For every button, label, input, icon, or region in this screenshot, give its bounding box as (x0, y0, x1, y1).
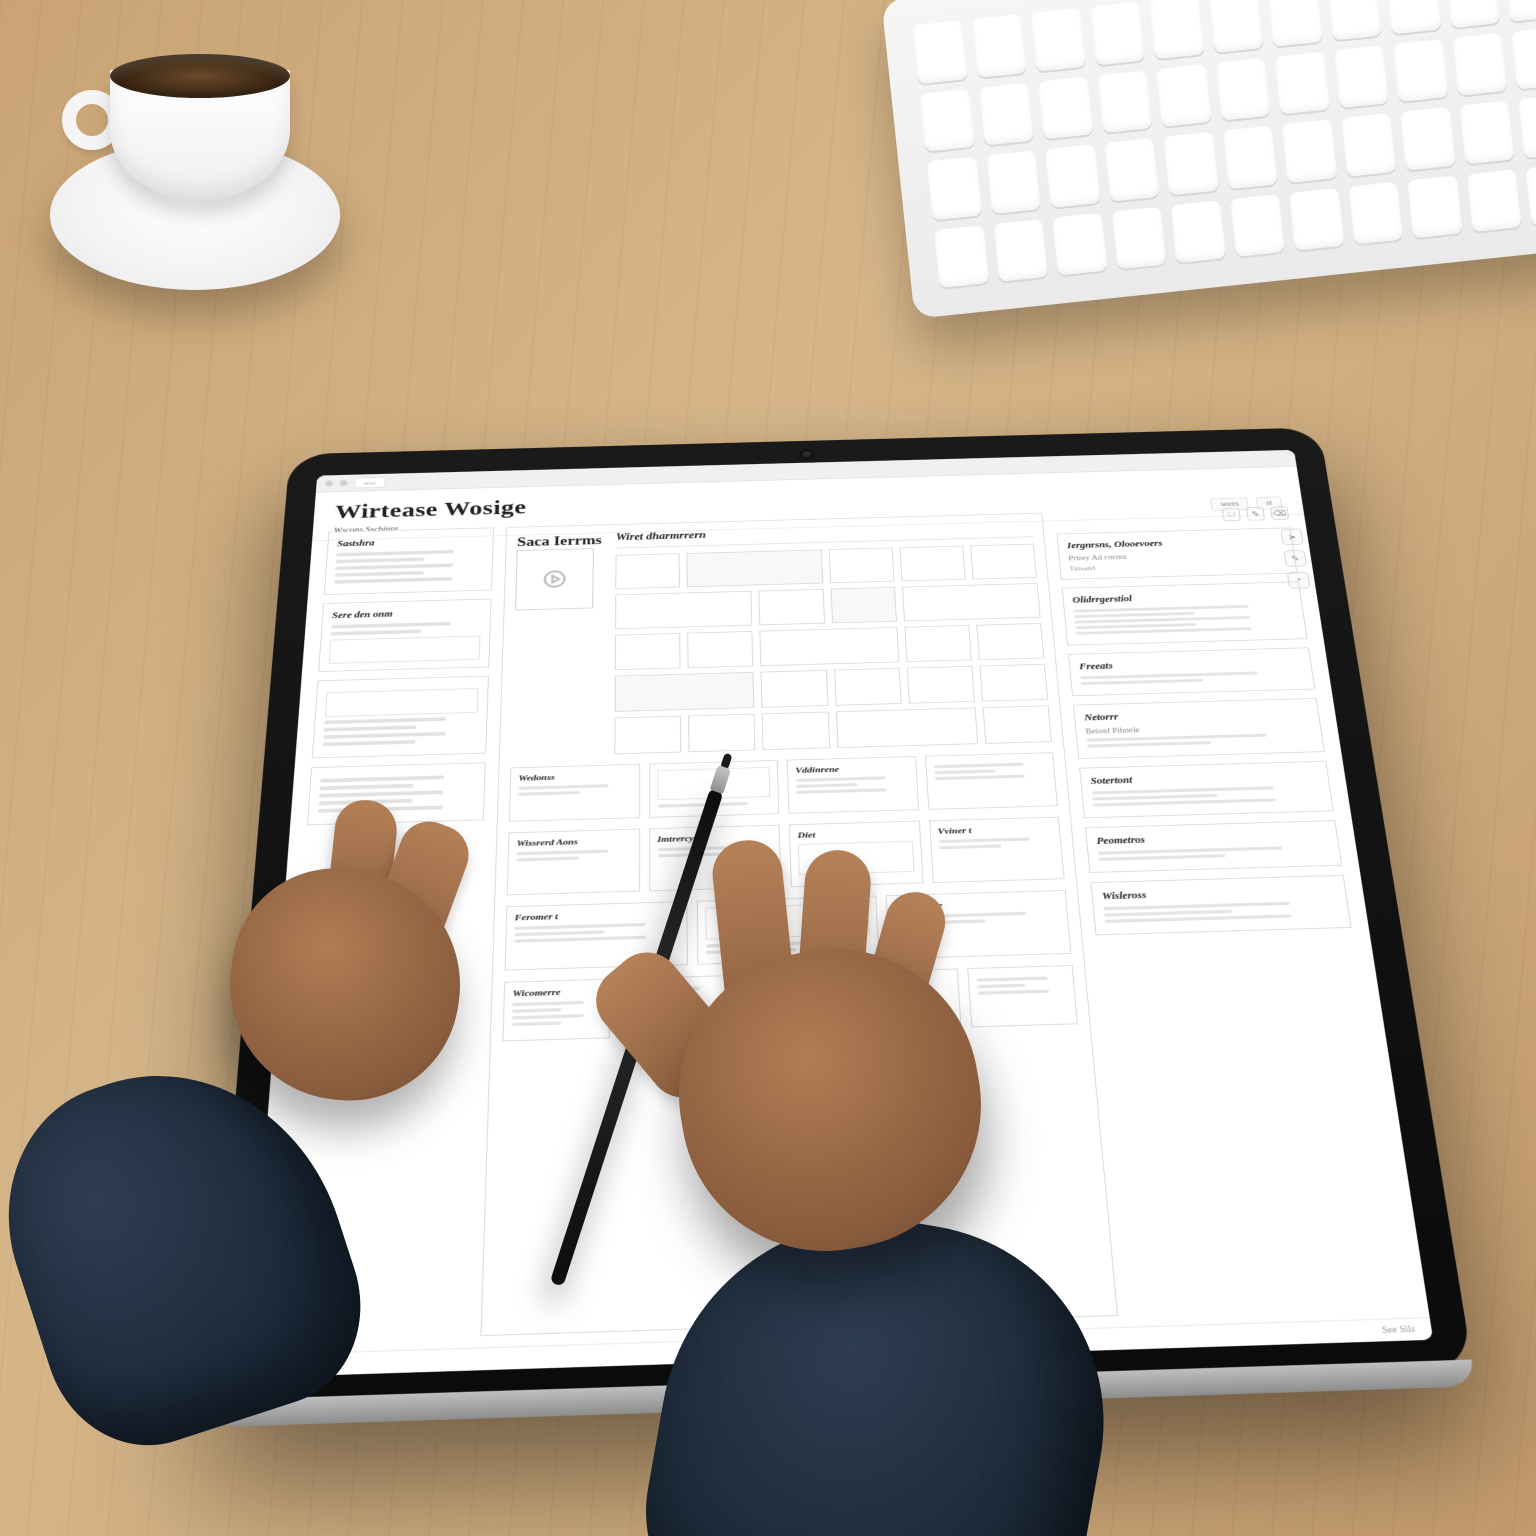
card-title: Strrcmorre (895, 897, 1059, 911)
card-title: Oesiond loend (860, 976, 949, 988)
note-block[interactable]: Olidrrgerstiol (1062, 581, 1308, 645)
card-row: Wicomerre Oesiond loend (502, 965, 1077, 1041)
note-subtitle: Prtrey Ad corren (1068, 552, 1188, 563)
sidebar-block-title: Sere den onm (332, 606, 482, 620)
sidebar-block-title: Sastshra (337, 535, 484, 549)
media-placeholder[interactable] (515, 548, 594, 610)
note-block[interactable]: Peometros (1085, 820, 1342, 873)
card-title: Feromer t (515, 908, 679, 922)
canvas-section-title: Saca Ierrms (517, 533, 602, 550)
sidebar-block[interactable] (307, 762, 486, 825)
wireframe-card[interactable] (925, 752, 1058, 810)
wireframe-card[interactable]: Wedonss (509, 764, 640, 822)
note-subtitle: Beionl Pihoele (1085, 721, 1311, 735)
note-title: Peometros (1096, 829, 1328, 847)
layout-grid[interactable] (614, 544, 1051, 754)
window-dot (340, 480, 348, 486)
address-bar[interactable]: wss (354, 477, 385, 488)
card-row: Wissrerd Aons Imtrercyrre Diet Vviner t (507, 817, 1065, 896)
sidebar-block[interactable] (312, 676, 489, 759)
wireframe-card[interactable] (736, 972, 844, 1034)
tablet-device: wss Wirtease Wosige Wscons Sschinre seee… (209, 427, 1473, 1411)
wireframe-card[interactable] (967, 965, 1078, 1027)
note-title: Wisleross (1102, 884, 1337, 903)
note-title: Netorrr (1084, 706, 1310, 723)
tool-icon[interactable]: ✎ (1246, 507, 1265, 521)
card-title: Diet (797, 828, 911, 840)
note-title: Iergnrsns, Olooevoers (1067, 535, 1284, 551)
footer-text: See Sils (1381, 1324, 1415, 1335)
sidebar: Sastshra Sere den onm (269, 527, 494, 1342)
card-title: Wedonss (518, 771, 631, 783)
wireframe-card[interactable]: Wissrerd Aons (507, 829, 640, 896)
card-row: Feromer t Strrcmorre (505, 890, 1072, 970)
sidebar-mini-box (325, 688, 479, 717)
play-icon (541, 568, 568, 589)
note-block[interactable]: Freeats (1068, 647, 1315, 696)
card-title: Imtrercyrre (657, 832, 771, 844)
card-row: Wedonss Vddinrene (509, 752, 1058, 822)
note-block[interactable]: Netorrr Beionl Pihoele (1073, 698, 1325, 759)
card-title: Vddinrene (795, 763, 908, 775)
wireframe-card[interactable]: Imtrercyrre (649, 825, 782, 891)
note-block[interactable]: Sotertont (1079, 761, 1334, 818)
wireframe-app: wss Wirtease Wosige Wscons Sschinre seee… (247, 450, 1433, 1378)
window-dot (325, 480, 333, 486)
wireframe-card[interactable]: Vddinrene (787, 756, 919, 814)
tool-icon[interactable]: ⌫ (1270, 506, 1289, 520)
sidebar-mini-box (329, 636, 481, 664)
card-title: Wissrerd Aons (517, 836, 632, 849)
card-title: Vviner t (937, 824, 1052, 836)
note-block[interactable]: Iergnrsns, Olooevoers Prtrey Ad corren T… (1056, 527, 1297, 579)
wireframe-card[interactable]: Vviner t (929, 817, 1065, 883)
wireframe-card[interactable]: Strrcmorre (886, 890, 1072, 959)
note-title: Olidrrgerstiol (1072, 589, 1292, 605)
note-title: Sotertont (1090, 769, 1319, 787)
note-title: Freeats (1079, 655, 1302, 672)
wireframe-card[interactable] (696, 896, 879, 965)
tablet-screen[interactable]: wss Wirtease Wosige Wscons Sschinre seee… (247, 450, 1433, 1378)
wireframe-card[interactable]: Wicomerre (502, 979, 610, 1042)
sidebar-block[interactable]: Sastshra (324, 527, 494, 594)
wireframe-card[interactable]: Diet (789, 821, 923, 887)
note-block[interactable]: Wisleross (1090, 875, 1351, 935)
front-camera (802, 451, 811, 458)
tool-icon[interactable]: □ (1222, 508, 1241, 522)
sidebar-block[interactable]: Sere den onm (318, 599, 491, 672)
card-title: Wicomerre (512, 986, 601, 998)
canvas-banner-title: Wiret dharmrrern (616, 522, 1033, 544)
coffee-cup (20, 20, 320, 320)
wireframe-card[interactable]: Oesiond loend (851, 968, 961, 1030)
